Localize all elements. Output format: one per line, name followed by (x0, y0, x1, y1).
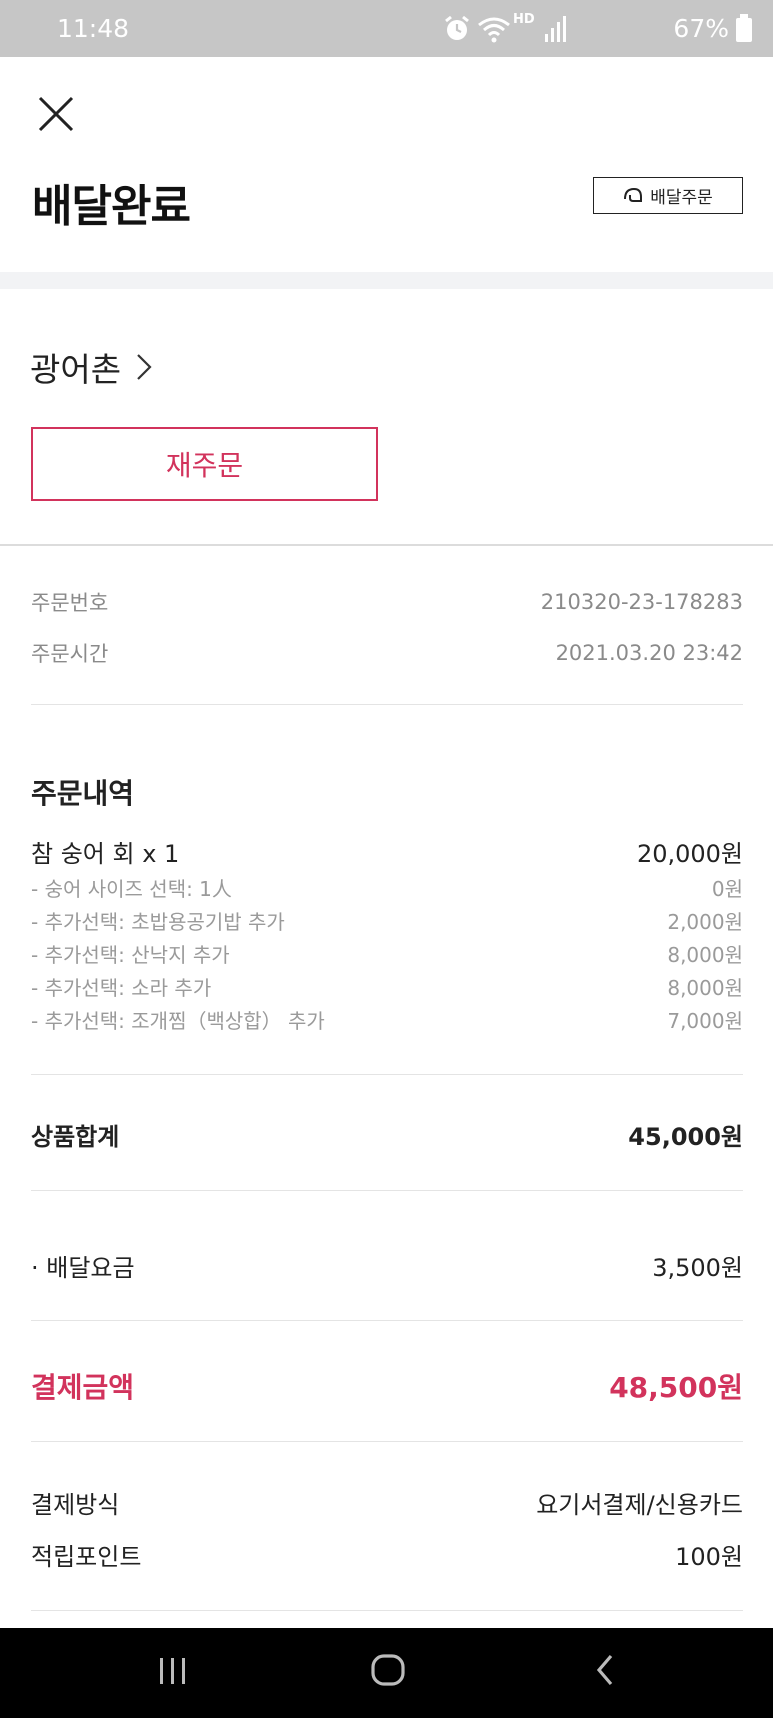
option-price: 8,000원 (667, 943, 743, 967)
points-value: 100원 (675, 1543, 743, 1571)
total-label: 결제금액 (31, 1371, 135, 1404)
payment-method-label: 결제방식 (31, 1491, 120, 1519)
option-price: 8,000원 (667, 976, 743, 1000)
subtotal-label: 상품합계 (31, 1123, 120, 1151)
payment-method-value: 요기서결제/신용카드 (536, 1491, 743, 1519)
close-icon (38, 96, 74, 132)
divider (31, 1320, 743, 1321)
section-separator (0, 272, 773, 289)
back-icon[interactable] (590, 1650, 620, 1690)
hd-voice-label: HD (513, 12, 535, 27)
item-name: 참 숭어 회 x 1 (31, 840, 180, 868)
order-type-label: 배달주문 (650, 188, 713, 208)
order-details-title: 주문내역 (31, 777, 135, 810)
close-button[interactable] (34, 92, 78, 136)
order-number-row: 주문번호 210320-23-178283 (31, 587, 743, 617)
divider (31, 1441, 743, 1442)
option-row: - 추가선택: 초밥용공기밥 추가 2,000원 (31, 906, 743, 935)
points-row: 적립포인트 100원 (31, 1537, 743, 1572)
divider (31, 1074, 743, 1075)
status-time: 11:48 (57, 14, 130, 43)
scooter-helmet-icon (624, 187, 643, 202)
option-price: 0원 (711, 877, 743, 901)
option-label: - 추가선택: 조개찜（백상합） 추가 (31, 1009, 325, 1033)
item-price: 20,000원 (636, 840, 743, 868)
points-label: 적립포인트 (31, 1543, 142, 1571)
subtotal-value: 45,000원 (628, 1123, 743, 1151)
signal-icon (545, 16, 566, 42)
subtotal-row: 상품합계 45,000원 (31, 1117, 743, 1152)
recent-apps-icon[interactable] (155, 1650, 191, 1690)
order-number-value: 210320-23-178283 (540, 590, 743, 614)
order-item-row: 참 숭어 회 x 1 20,000원 (31, 834, 743, 869)
divider (31, 1190, 743, 1191)
page-title: 배달완료 (32, 181, 191, 232)
battery-percentage: 67% (673, 14, 729, 43)
home-icon[interactable] (368, 1650, 408, 1690)
order-time-value: 2021.03.20 23:42 (555, 641, 743, 665)
delivery-fee-label: · 배달요금 (31, 1254, 135, 1282)
option-label: - 추가선택: 초밥용공기밥 추가 (31, 910, 285, 934)
order-time-label: 주문시간 (31, 642, 109, 666)
store-link[interactable]: 광어촌 (30, 343, 153, 391)
store-name: 광어촌 (30, 350, 122, 389)
wifi-icon (478, 17, 510, 43)
divider (0, 544, 773, 546)
battery-icon (736, 14, 752, 42)
option-row: - 숭어 사이즈 선택: 1人 0원 (31, 873, 743, 902)
option-price: 2,000원 (667, 910, 743, 934)
option-label: - 숭어 사이즈 선택: 1人 (31, 877, 232, 901)
divider (31, 704, 743, 705)
order-type-badge: 배달주문 (593, 177, 743, 214)
payment-method-row: 결제방식 요기서결제/신용카드 (31, 1485, 743, 1520)
divider (31, 1610, 743, 1611)
total-row: 결제금액 48,500원 (31, 1366, 743, 1406)
order-number-label: 주문번호 (31, 591, 109, 615)
order-time-row: 주문시간 2021.03.20 23:42 (31, 638, 743, 668)
delivery-fee-value: 3,500원 (652, 1254, 743, 1282)
delivery-fee-row: · 배달요금 3,500원 (31, 1248, 743, 1283)
status-icons: HD 67% (443, 12, 773, 46)
reorder-button[interactable]: 재주문 (31, 427, 378, 501)
option-row: - 추가선택: 산낙지 추가 8,000원 (31, 939, 743, 968)
total-value: 48,500원 (609, 1371, 743, 1404)
option-label: - 추가선택: 산낙지 추가 (31, 943, 230, 967)
alarm-icon (445, 15, 469, 40)
system-nav-bar (0, 1628, 773, 1718)
option-row: - 추가선택: 조개찜（백상합） 추가 7,000원 (31, 1005, 743, 1034)
option-price: 7,000원 (667, 1009, 743, 1033)
option-label: - 추가선택: 소라 추가 (31, 976, 212, 1000)
chevron-right-icon (137, 354, 152, 380)
status-bar: 11:48 HD 67% (0, 0, 773, 57)
option-row: - 추가선택: 소라 추가 8,000원 (31, 972, 743, 1001)
